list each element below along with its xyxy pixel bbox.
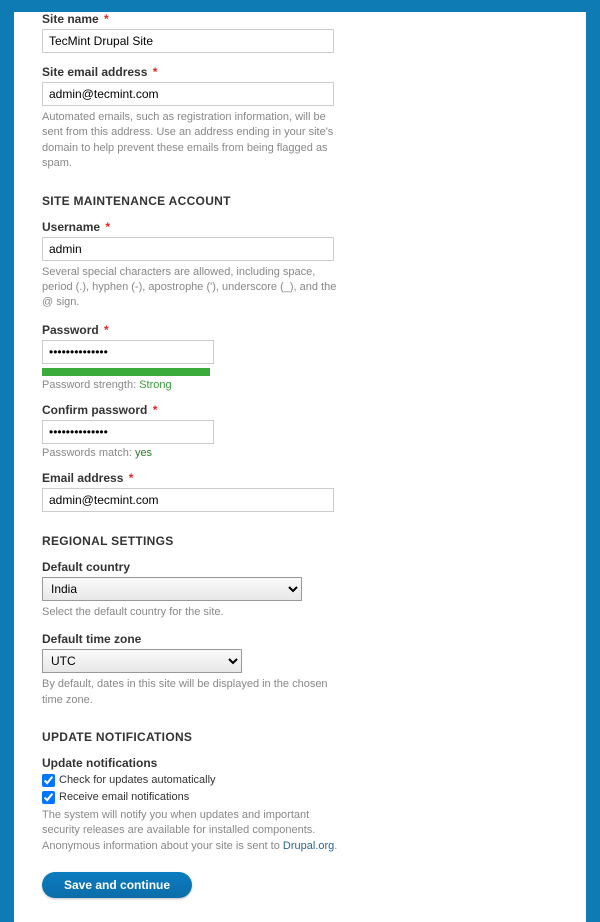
update-notifications-label: Update notifications: [42, 756, 562, 770]
check-updates-label: Check for updates automatically: [59, 774, 216, 786]
admin-email-input[interactable]: [42, 488, 334, 512]
required-marker: *: [153, 65, 158, 79]
updates-desc-prefix: The system will notify you when updates …: [42, 809, 315, 852]
username-input[interactable]: [42, 237, 334, 261]
updates-heading: UPDATE NOTIFICATIONS: [42, 730, 562, 744]
username-description: Several special characters are allowed, …: [42, 265, 342, 311]
install-form: Site name * Site email address * Automat…: [42, 12, 562, 898]
default-country-description: Select the default country for the site.: [42, 605, 342, 620]
required-marker: *: [104, 12, 109, 26]
site-name-label: Site name *: [42, 12, 562, 26]
label-text: Email address: [42, 471, 123, 485]
default-country-label: Default country: [42, 560, 562, 574]
regional-heading: REGIONAL SETTINGS: [42, 534, 562, 548]
password-strength-bar: [42, 368, 210, 376]
receive-email-row: Receive email notifications: [42, 791, 562, 804]
password-match-text: Passwords match: yes: [42, 447, 562, 459]
updates-desc-suffix: .: [334, 840, 337, 852]
site-email-label: Site email address *: [42, 65, 562, 79]
password-input[interactable]: [42, 340, 214, 364]
default-timezone-description: By default, dates in this site will be d…: [42, 677, 342, 708]
check-updates-row: Check for updates automatically: [42, 774, 562, 787]
maintenance-heading: SITE MAINTENANCE ACCOUNT: [42, 194, 562, 208]
required-marker: *: [129, 471, 134, 485]
confirm-password-label: Confirm password *: [42, 403, 562, 417]
password-strength-text: Password strength: Strong: [42, 379, 562, 391]
default-timezone-label: Default time zone: [42, 632, 562, 646]
check-updates-checkbox[interactable]: [42, 774, 55, 787]
username-label: Username *: [42, 220, 562, 234]
page-outer: Site name * Site email address * Automat…: [0, 12, 600, 922]
default-timezone-select[interactable]: UTC: [42, 649, 242, 673]
default-country-select[interactable]: India: [42, 577, 302, 601]
label-text: Confirm password: [42, 403, 147, 417]
label-text: Site email address: [42, 65, 147, 79]
site-name-input[interactable]: [42, 29, 334, 53]
match-value: yes: [135, 447, 152, 459]
admin-email-label: Email address *: [42, 471, 562, 485]
label-text: Username: [42, 220, 100, 234]
receive-email-label: Receive email notifications: [59, 791, 189, 803]
site-email-input[interactable]: [42, 82, 334, 106]
save-continue-button[interactable]: Save and continue: [42, 872, 192, 898]
strength-value: Strong: [139, 379, 171, 391]
site-email-description: Automated emails, such as registration i…: [42, 110, 342, 172]
page-inner: Site name * Site email address * Automat…: [14, 12, 586, 922]
label-text: Site name: [42, 12, 99, 26]
label-text: Password: [42, 323, 99, 337]
match-label: Passwords match:: [42, 447, 132, 459]
required-marker: *: [153, 403, 158, 417]
required-marker: *: [104, 323, 109, 337]
required-marker: *: [105, 220, 110, 234]
password-label: Password *: [42, 323, 562, 337]
receive-email-checkbox[interactable]: [42, 791, 55, 804]
drupal-org-link[interactable]: Drupal.org: [283, 840, 334, 852]
updates-description: The system will notify you when updates …: [42, 808, 342, 854]
strength-label: Password strength:: [42, 379, 136, 391]
confirm-password-input[interactable]: [42, 420, 214, 444]
